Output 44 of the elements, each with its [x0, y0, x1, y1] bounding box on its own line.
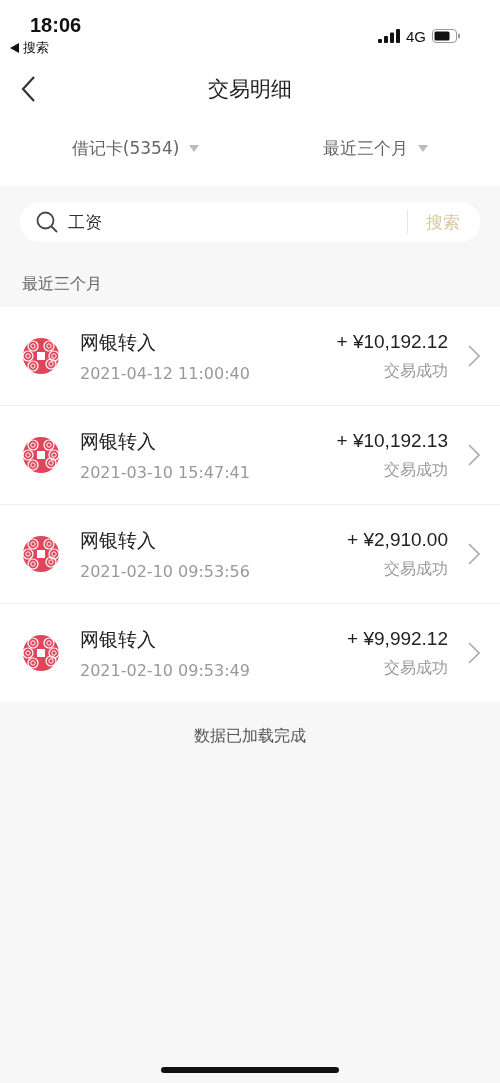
transaction-title: 网银转入 [80, 527, 157, 553]
transaction-time: 2021-04-12 11:00:40 [80, 363, 251, 383]
network-label: 4G [406, 27, 426, 45]
bank-logo-icon [22, 337, 60, 375]
transaction-status: 交易成功 [384, 657, 448, 679]
transaction-time: 2021-02-10 09:53:49 [80, 660, 251, 680]
transaction-item[interactable]: 网银转入 2021-04-12 11:00:40 + ¥10,192.12 交易成功 [0, 307, 500, 406]
chevron-icon [468, 543, 480, 565]
bank-logo-icon [22, 634, 60, 672]
filter-dropdown[interactable]: 最近三个月 [319, 132, 433, 164]
transaction-status: 交易成功 [384, 459, 448, 481]
transaction-title: 网银转入 [80, 428, 157, 454]
caret-icon [189, 144, 200, 152]
bank-logo-icon [22, 436, 60, 474]
search-field[interactable]: 工资 搜索 [20, 202, 480, 242]
signal-icon [378, 29, 400, 43]
transaction-time: 2021-03-10 15:47:41 [80, 462, 251, 482]
chevron-icon [468, 642, 480, 664]
transaction-title: 网银转入 [80, 626, 157, 652]
transaction-status: 交易成功 [384, 360, 448, 382]
back-app-link[interactable]: 搜索 [23, 39, 49, 57]
transaction-item[interactable]: 网银转入 2021-02-10 09:53:49 + ¥9,992.12 交易成功 [0, 604, 500, 702]
transaction-amount: + ¥9,992.12 [347, 627, 448, 650]
status-time: 18:06 [29, 14, 82, 37]
transaction-amount: + ¥2,910.00 [347, 528, 448, 551]
section-title: 最近三个月 [21, 273, 103, 295]
back-triangle-icon [10, 43, 19, 53]
battery-icon [432, 29, 460, 43]
load-complete-text: 数据已加载完成 [193, 725, 307, 747]
filter-dropdown[interactable]: 借记卡(5354) [67, 132, 204, 164]
transaction-item[interactable]: 网银转入 2021-02-10 09:53:56 + ¥2,910.00 交易成功 [0, 505, 500, 604]
chevron-icon [468, 345, 480, 367]
page-title: 交易明细 [208, 76, 292, 103]
back-icon[interactable] [20, 75, 36, 103]
caret-icon [418, 144, 429, 152]
chevron-icon [468, 444, 480, 466]
transaction-amount: + ¥10,192.13 [336, 429, 448, 452]
transaction-status: 交易成功 [384, 558, 448, 580]
transaction-item[interactable]: 网银转入 2021-03-10 15:47:41 + ¥10,192.13 交易成功 [0, 406, 500, 505]
transaction-title: 网银转入 [80, 329, 157, 355]
search-icon [36, 211, 58, 233]
transaction-time: 2021-02-10 09:53:56 [80, 561, 251, 581]
bank-logo-icon [22, 535, 60, 573]
transaction-amount: + ¥10,192.12 [336, 330, 448, 353]
